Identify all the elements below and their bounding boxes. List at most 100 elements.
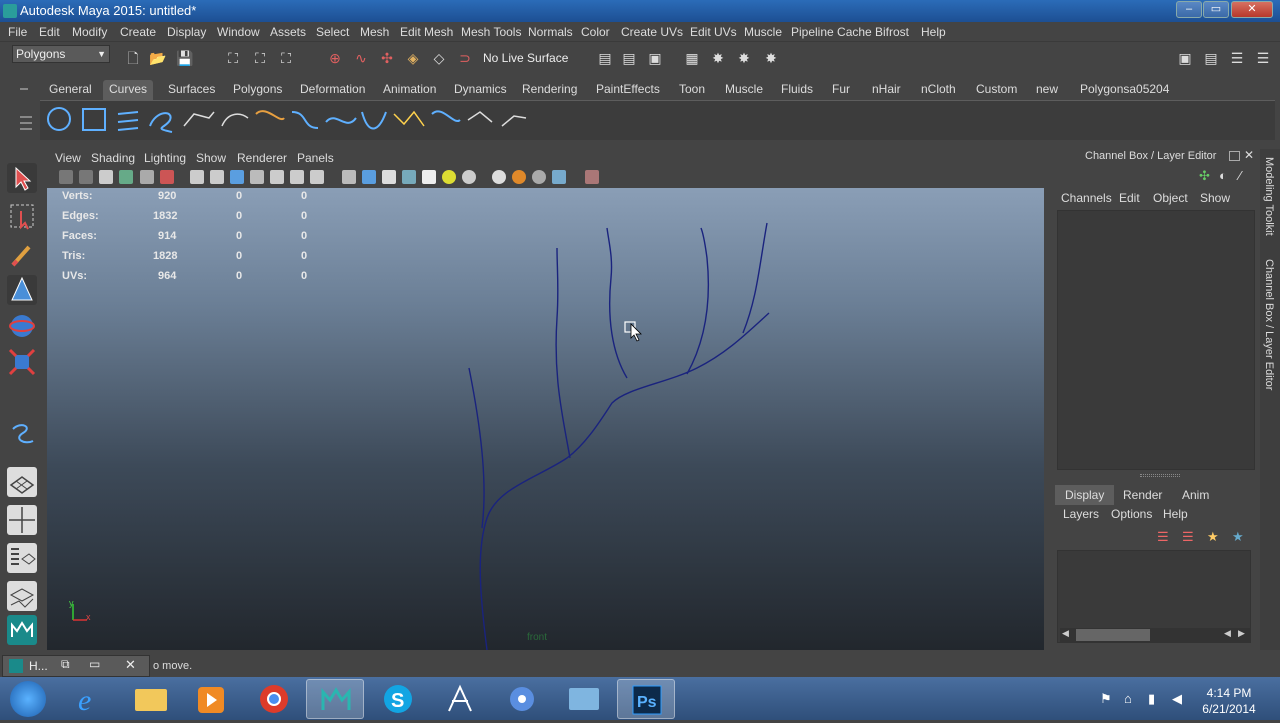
anti-aliasing-icon[interactable] xyxy=(532,170,546,184)
float-panel-icon[interactable] xyxy=(1229,151,1240,161)
lasso-tool-icon[interactable] xyxy=(7,201,37,231)
menu-modify[interactable]: Modify xyxy=(72,25,107,39)
toggle-tool-settings-icon[interactable]: ☰ xyxy=(1228,49,1246,67)
viewport-menu-shading[interactable]: Shading xyxy=(91,151,135,165)
menu-display[interactable]: Display xyxy=(167,25,206,39)
paint-select-tool-icon[interactable] xyxy=(7,239,37,269)
channel-show-menu[interactable]: Show xyxy=(1200,191,1230,205)
menu-edit[interactable]: Edit xyxy=(39,25,60,39)
scale-tool-icon[interactable] xyxy=(7,347,37,377)
wireframe-on-shaded-icon[interactable] xyxy=(382,170,396,184)
camera-attributes-icon[interactable] xyxy=(79,170,93,184)
channel-box-pin-icon[interactable]: ⁄ xyxy=(1239,168,1241,183)
nurbs-curve[interactable] xyxy=(468,367,485,529)
menu-edit-mesh[interactable]: Edit Mesh xyxy=(400,25,453,39)
isolate-select-icon[interactable] xyxy=(585,170,599,184)
toggle-attribute-editor-icon[interactable]: ▤ xyxy=(1202,49,1220,67)
layer-scrollbar[interactable]: ◀ ◀ ▶ xyxy=(1060,628,1250,642)
shelf-tab-toon[interactable]: Toon xyxy=(673,80,711,100)
save-scene-icon[interactable]: 💾 xyxy=(176,49,194,67)
last-tool-curve-icon[interactable] xyxy=(7,419,37,449)
modeling-toolkit-tab[interactable]: Modeling Toolkit xyxy=(1263,157,1275,236)
network-icon[interactable]: ▮ xyxy=(1148,691,1155,707)
channel-box-side-tab[interactable]: Channel Box / Layer Editor xyxy=(1263,259,1275,390)
maya-taskbar-icon[interactable] xyxy=(306,679,364,719)
close-panel-icon[interactable]: ✕ xyxy=(1244,148,1254,162)
menu-create[interactable]: Create xyxy=(120,25,156,39)
viewport-menu-view[interactable]: View xyxy=(55,151,81,165)
menu-pipeline-cache[interactable]: Pipeline Cache xyxy=(791,25,872,39)
live-surface-label[interactable]: No Live Surface xyxy=(483,51,568,65)
ipr-render-icon[interactable]: ✸ xyxy=(735,49,753,67)
move-layer-down-icon[interactable]: ☰ xyxy=(1182,529,1194,545)
menu-mesh-tools[interactable]: Mesh Tools xyxy=(461,25,521,39)
menu-edit-uvs[interactable]: Edit UVs xyxy=(690,25,737,39)
shelf-tab-general[interactable]: General xyxy=(43,80,98,100)
layer-tab-anim[interactable]: Anim xyxy=(1172,485,1219,505)
snap-surface-icon[interactable]: ◇ xyxy=(430,49,448,67)
internet-explorer-icon[interactable]: e xyxy=(62,679,120,719)
lighting-icon[interactable] xyxy=(442,170,456,184)
menu-set-dropdown[interactable]: Polygons ▼ xyxy=(12,45,110,63)
single-perspective-layout-icon[interactable] xyxy=(7,467,37,497)
channels-menu[interactable]: Channels xyxy=(1061,191,1112,205)
move-layer-up-icon[interactable]: ☰ xyxy=(1157,529,1169,545)
viewport-menu-renderer[interactable]: Renderer xyxy=(237,151,287,165)
shelf-tab-nhair[interactable]: nHair xyxy=(866,80,907,100)
flower-app-icon[interactable] xyxy=(493,679,551,719)
channel-box-key-icon[interactable]: ✣ xyxy=(1199,168,1210,184)
safe-title-icon[interactable] xyxy=(310,170,324,184)
nurbs-curve[interactable] xyxy=(555,247,571,459)
render-settings-icon[interactable]: ✸ xyxy=(762,49,780,67)
menu-color[interactable]: Color xyxy=(581,25,610,39)
scroll-left-end-icon[interactable]: ◀ xyxy=(1224,628,1231,639)
field-chart-icon[interactable] xyxy=(270,170,284,184)
layer-help-menu[interactable]: Help xyxy=(1163,507,1188,521)
scrollbar-thumb[interactable] xyxy=(1076,629,1150,641)
photoshop-icon[interactable]: Ps xyxy=(617,679,675,719)
scroll-right-icon[interactable]: ▶ xyxy=(1238,628,1245,639)
menu-bifrost[interactable]: Bifrost xyxy=(875,25,909,39)
start-button-icon[interactable] xyxy=(10,681,46,717)
select-component-icon[interactable]: ⛶ xyxy=(277,49,295,67)
grease-pencil-icon[interactable] xyxy=(160,170,174,184)
render-frame-icon[interactable]: ✸ xyxy=(709,49,727,67)
panel-splitter[interactable] xyxy=(1140,474,1180,477)
shelf-tab-surfaces[interactable]: Surfaces xyxy=(162,80,221,100)
shelf-tab-curves[interactable]: Curves xyxy=(103,80,154,100)
input-ops-icon[interactable]: ▤ xyxy=(596,49,614,67)
menu-window[interactable]: Window xyxy=(217,25,260,39)
shelf-tab-polygons[interactable]: Polygons xyxy=(227,80,288,100)
snap-curve-icon[interactable]: ∿ xyxy=(352,49,370,67)
minimize-button[interactable]: – xyxy=(1176,1,1202,18)
maximize-button[interactable]: ▭ xyxy=(1203,1,1229,18)
graph-layout-icon[interactable] xyxy=(7,581,37,611)
magnet-icon[interactable]: ⊃ xyxy=(456,49,474,67)
menu-assets[interactable]: Assets xyxy=(270,25,306,39)
scroll-left-icon[interactable]: ◀ xyxy=(1062,628,1069,639)
viewport-menu-lighting[interactable]: Lighting xyxy=(144,151,186,165)
bookmarks-icon[interactable] xyxy=(99,170,113,184)
shelf-tab-ncloth[interactable]: nCloth xyxy=(915,80,962,100)
skype-icon[interactable]: S xyxy=(369,679,427,719)
sketchbook-icon[interactable] xyxy=(431,679,489,719)
shelf-tab-deformation[interactable]: Deformation xyxy=(294,80,371,100)
curve-drawing[interactable] xyxy=(47,188,1044,650)
xray-icon[interactable] xyxy=(422,170,436,184)
toggle-modeling-toolkit-icon[interactable]: ▣ xyxy=(1176,49,1194,67)
nurbs-curve[interactable] xyxy=(479,312,770,650)
menu-help[interactable]: Help xyxy=(921,25,946,39)
layer-tab-display[interactable]: Display xyxy=(1055,485,1115,505)
grid-icon[interactable] xyxy=(190,170,204,184)
new-layer-selected-icon[interactable]: ★ xyxy=(1232,529,1244,545)
render-view-icon[interactable]: ▦ xyxy=(683,49,701,67)
construction-history-icon[interactable]: ▣ xyxy=(646,49,664,67)
channel-list[interactable] xyxy=(1057,210,1255,470)
minimized-window[interactable]: H... ⧉ ▭ ✕ xyxy=(2,655,150,677)
textured-icon[interactable] xyxy=(402,170,416,184)
flag-icon[interactable]: ⚑ xyxy=(1100,691,1112,707)
smooth-shade-icon[interactable] xyxy=(362,170,376,184)
volume-icon[interactable]: ◀ xyxy=(1172,691,1182,707)
shelf-tab-rendering[interactable]: Rendering xyxy=(516,80,583,100)
four-view-layout-icon[interactable] xyxy=(7,505,37,535)
